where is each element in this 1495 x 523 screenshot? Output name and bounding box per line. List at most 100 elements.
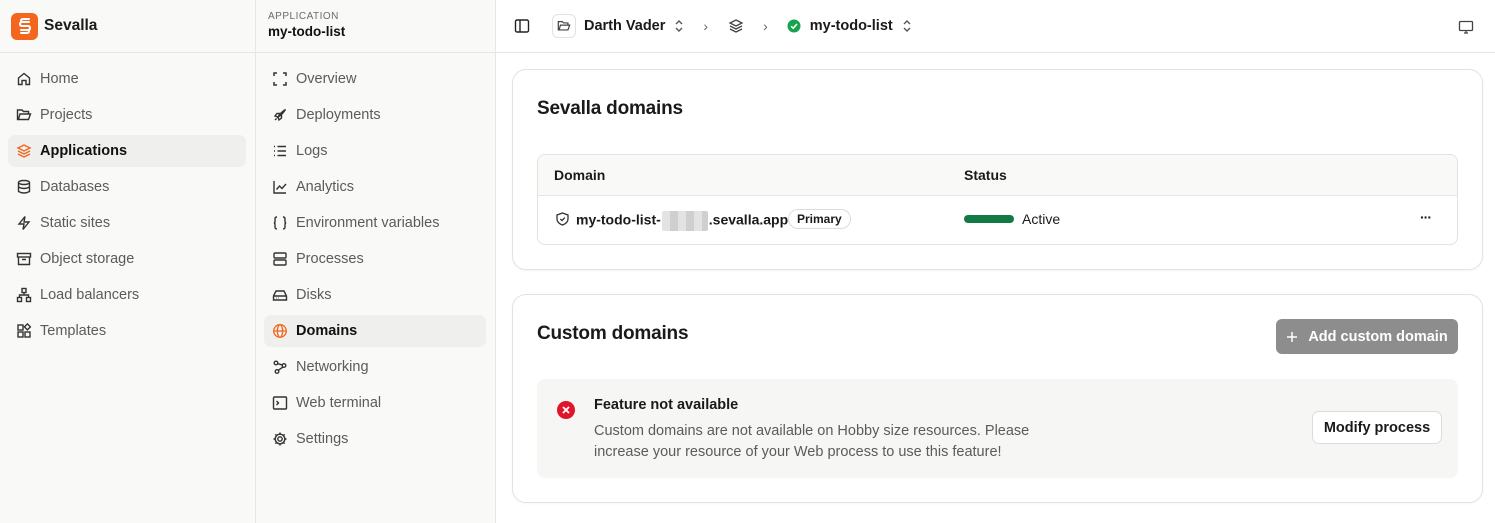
status-cell: Active: [964, 211, 1060, 227]
application-sidebar: APPLICATION my-todo-list Overview Deploy…: [256, 0, 496, 523]
notice-title: Feature not available: [594, 397, 739, 413]
error-icon: [557, 401, 575, 419]
tab-label: Web terminal: [296, 395, 382, 411]
custom-domains-title: Custom domains: [537, 323, 689, 344]
application-nav: Overview Deployments Logs Analytics Envi…: [256, 53, 495, 455]
sidebar-item-label: Templates: [40, 323, 107, 339]
chevron-updown-icon: [673, 19, 685, 33]
sidebar-item-templates[interactable]: Templates: [8, 315, 246, 347]
globe-icon: [272, 323, 288, 339]
tab-label: Analytics: [296, 179, 355, 195]
overview-icon: [272, 71, 288, 87]
layers-icon[interactable]: [728, 18, 744, 34]
brand-name: Sevalla: [44, 17, 98, 34]
sidebar-item-home[interactable]: Home: [8, 63, 246, 95]
tab-label: Settings: [296, 431, 349, 447]
custom-domains-card: Custom domains Add custom domain Feature…: [512, 294, 1483, 503]
table-row: my-todo-list- .sevalla.app Primary Active…: [538, 196, 1457, 244]
tab-label: Domains: [296, 323, 358, 339]
sidebar-item-label: Applications: [40, 143, 128, 159]
status-text: Active: [1022, 211, 1061, 227]
more-options-icon[interactable]: ···: [1420, 209, 1432, 225]
project-name: Darth Vader: [584, 18, 666, 34]
status-ok-icon: [787, 19, 801, 33]
application-name: my-todo-list: [268, 24, 346, 39]
app-switcher[interactable]: my-todo-list: [787, 18, 913, 34]
tab-disks[interactable]: Disks: [264, 279, 486, 311]
sidebar-item-object-storage[interactable]: Object storage: [8, 243, 246, 275]
sidebar-item-databases[interactable]: Databases: [8, 171, 246, 203]
application-header: APPLICATION my-todo-list: [256, 0, 495, 53]
tab-deployments[interactable]: Deployments: [264, 99, 486, 131]
layers-icon: [16, 143, 32, 159]
tab-label: Processes: [296, 251, 364, 267]
tab-overview[interactable]: Overview: [264, 63, 486, 95]
sidebar-item-label: Static sites: [40, 215, 111, 231]
folder-icon: [552, 14, 576, 38]
sidebar-item-label: Databases: [40, 179, 110, 195]
monitor-icon[interactable]: [1458, 19, 1474, 35]
sidebar-toggle-icon[interactable]: [513, 17, 531, 35]
domain-suffix: .sevalla.app: [708, 211, 789, 228]
tab-label: Networking: [296, 359, 369, 375]
sevalla-domains-card: Sevalla domains Domain Status my-todo-li…: [512, 69, 1483, 270]
sidebar-item-label: Home: [40, 71, 79, 87]
home-icon: [16, 71, 32, 87]
project-switcher[interactable]: Darth Vader: [552, 12, 685, 40]
chart-icon: [272, 179, 288, 195]
topbar: Darth Vader › › my-todo-list: [496, 0, 1495, 53]
modify-process-button[interactable]: Modify process: [1312, 411, 1442, 444]
feature-unavailable-notice: Feature not available Custom domains are…: [537, 379, 1458, 478]
tab-analytics[interactable]: Analytics: [264, 171, 486, 203]
plus-icon: [1286, 331, 1298, 343]
tab-domains[interactable]: Domains: [264, 315, 486, 347]
app-name: my-todo-list: [809, 18, 893, 34]
table-header: Domain Status: [538, 155, 1457, 196]
tab-web-terminal[interactable]: Web terminal: [264, 387, 486, 419]
tab-networking[interactable]: Networking: [264, 351, 486, 383]
domains-table: Domain Status my-todo-list- .sevalla.app …: [537, 154, 1458, 245]
tab-logs[interactable]: Logs: [264, 135, 486, 167]
add-custom-domain-button[interactable]: Add custom domain: [1276, 319, 1458, 354]
sidebar-item-applications[interactable]: Applications: [8, 135, 246, 167]
terminal-icon: [272, 395, 288, 411]
braces-icon: [272, 215, 288, 231]
sidebar-item-load-balancers[interactable]: Load balancers: [8, 279, 246, 311]
tab-label: Disks: [296, 287, 332, 303]
main-sidebar: Sevalla Home Projects Applications Datab…: [0, 0, 256, 523]
sevalla-logo-icon: [11, 12, 38, 40]
tab-settings[interactable]: Settings: [264, 423, 486, 455]
folder-icon: [16, 107, 32, 123]
sidebar-item-projects[interactable]: Projects: [8, 99, 246, 131]
sidebar-item-label: Object storage: [40, 251, 135, 267]
add-custom-domain-label: Add custom domain: [1308, 328, 1448, 345]
server-icon: [272, 251, 288, 267]
sidebar-item-label: Projects: [40, 107, 93, 123]
application-kicker: APPLICATION: [268, 11, 339, 22]
network-icon: [16, 287, 32, 303]
chevron-updown-icon: [901, 19, 913, 33]
status-bar: [964, 215, 1014, 223]
breadcrumb-separator: ›: [703, 18, 709, 34]
rocket-icon: [272, 107, 288, 123]
domain-name[interactable]: my-todo-list- .sevalla.app: [576, 211, 788, 231]
networking-icon: [272, 359, 288, 375]
tab-processes[interactable]: Processes: [264, 243, 486, 275]
redacted-block: [661, 211, 708, 231]
sidebar-item-static-sites[interactable]: Static sites: [8, 207, 246, 239]
archive-icon: [16, 251, 32, 267]
gear-icon: [272, 431, 288, 447]
column-header-domain: Domain: [554, 167, 606, 183]
domain-prefix: my-todo-list-: [576, 211, 661, 228]
tab-environment-variables[interactable]: Environment variables: [264, 207, 486, 239]
tab-label: Environment variables: [296, 215, 440, 231]
column-header-status: Status: [964, 167, 1007, 183]
tab-label: Logs: [296, 143, 328, 159]
disk-icon: [272, 287, 288, 303]
shield-icon: [556, 212, 569, 226]
list-icon: [272, 143, 288, 159]
primary-badge: Primary: [788, 209, 851, 229]
templates-icon: [16, 323, 32, 339]
brand[interactable]: Sevalla: [0, 0, 255, 53]
sidebar-item-label: Load balancers: [40, 287, 140, 303]
